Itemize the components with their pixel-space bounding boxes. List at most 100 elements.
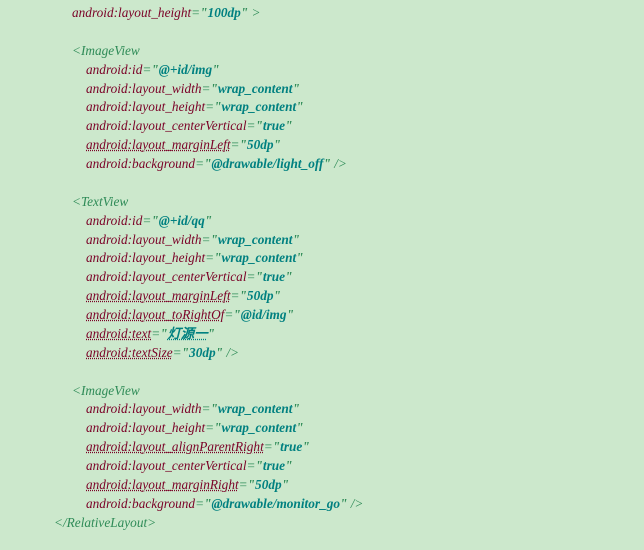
code-line: android:layout_height="wrap_content" (0, 419, 644, 438)
token-quote: " (210, 401, 217, 416)
blank-line (0, 23, 644, 42)
token-val: true (263, 118, 285, 133)
token-attr: android:layout_height (86, 99, 205, 114)
code-line: <TextView (0, 193, 644, 212)
token-attr: android:layout_width (86, 232, 201, 247)
token-val: @+id/img (159, 62, 212, 77)
code-line: android:layout_width="wrap_content" (0, 400, 644, 419)
token-val: true (263, 458, 285, 473)
token-val: wrap_content (218, 81, 293, 96)
token-punc: = (205, 99, 214, 114)
token-elem: /> (331, 156, 347, 171)
token-elem: > (248, 5, 260, 20)
token-attr: android:layout_width (86, 81, 201, 96)
token-quote: " (292, 81, 299, 96)
token-attr-u: android:layout_alignParentRight (86, 439, 264, 454)
token-quote: " (296, 250, 303, 265)
token-val: 50dp (247, 288, 274, 303)
token-attr: android:layout_height (86, 420, 205, 435)
token-quote: " (214, 250, 221, 265)
code-line: android:layout_marginLeft="50dp" (0, 287, 644, 306)
token-punc: = (231, 137, 240, 152)
token-punc: = (205, 420, 214, 435)
token-punc: = (205, 250, 214, 265)
token-punc: = (239, 477, 248, 492)
token-quote: " (214, 99, 221, 114)
token-quote: " (233, 307, 240, 322)
token-quote: " (274, 137, 281, 152)
code-line: android:text="灯源一" (0, 325, 644, 344)
token-attr: android:layout_height (72, 5, 191, 20)
token-attr: android:background (86, 496, 195, 511)
token-elem: <ImageView (72, 43, 140, 58)
token-attr-u: android:text (86, 326, 151, 341)
code-line: android:layout_height="wrap_content" (0, 98, 644, 117)
token-elem: <ImageView (72, 383, 140, 398)
token-quote: " (296, 99, 303, 114)
token-quote: " (208, 326, 215, 341)
token-quote: " (182, 345, 189, 360)
code-line: <ImageView (0, 382, 644, 401)
code-line: android:background="@drawable/monitor_go… (0, 495, 644, 514)
token-punc: = (247, 458, 256, 473)
code-line: </RelativeLayout> (0, 514, 644, 533)
token-val: 50dp (255, 477, 282, 492)
code-line: android:layout_marginLeft="50dp" (0, 136, 644, 155)
token-val: wrap_content (222, 420, 297, 435)
token-punc: = (191, 5, 200, 20)
token-punc: = (247, 118, 256, 133)
token-attr: android:background (86, 156, 195, 171)
token-attr: android:layout_width (86, 401, 201, 416)
code-line: android:background="@drawable/light_off"… (0, 155, 644, 174)
code-line: android:layout_width="wrap_content" (0, 80, 644, 99)
token-attr-u: android:textSize (86, 345, 173, 360)
token-quote: " (151, 62, 158, 77)
token-attr-u: android:layout_toRightOf (86, 307, 224, 322)
blank-line (0, 174, 644, 193)
token-punc: = (173, 345, 182, 360)
token-quote: " (274, 288, 281, 303)
token-quote: " (210, 81, 217, 96)
token-quote: " (302, 439, 309, 454)
blank-line (0, 363, 644, 382)
code-line: android:layout_centerVertical="true" (0, 117, 644, 136)
token-punc: = (151, 326, 160, 341)
token-val: true (263, 269, 285, 284)
token-val: true (280, 439, 302, 454)
token-val: @drawable/light_off (211, 156, 323, 171)
token-val: 50dp (247, 137, 274, 152)
token-attr: android:id (86, 213, 142, 228)
token-quote: " (287, 307, 294, 322)
token-attr: android:layout_centerVertical (86, 269, 247, 284)
token-punc: = (264, 439, 273, 454)
token-attr-u: android:layout_marginLeft (86, 288, 231, 303)
token-val: 30dp (189, 345, 216, 360)
token-punc: = (195, 156, 204, 171)
token-quote: " (212, 62, 219, 77)
token-val: @drawable/monitor_go (211, 496, 340, 511)
token-punc: = (195, 496, 204, 511)
xml-code-block: android:layout_height="100dp" ><ImageVie… (0, 4, 644, 533)
code-line: android:layout_alignParentRight="true" (0, 438, 644, 457)
token-quote: " (160, 326, 167, 341)
token-elem: /> (223, 345, 239, 360)
code-line: <ImageView (0, 42, 644, 61)
token-elem: /> (347, 496, 363, 511)
token-quote: " (210, 232, 217, 247)
token-quote: " (256, 269, 263, 284)
token-attr-u: android:layout_marginLeft (86, 137, 231, 152)
token-quote: " (282, 477, 289, 492)
token-val: @id/img (241, 307, 287, 322)
token-quote: " (151, 213, 158, 228)
token-quote: " (292, 232, 299, 247)
code-line: android:id="@+id/qq" (0, 212, 644, 231)
code-line: android:layout_marginRight="50dp" (0, 476, 644, 495)
token-punc: = (231, 288, 240, 303)
token-quote: " (323, 156, 330, 171)
token-elem: </RelativeLayout> (54, 515, 156, 530)
token-attr: android:layout_centerVertical (86, 458, 247, 473)
token-attr-u: android:layout_marginRight (86, 477, 239, 492)
token-quote: " (240, 288, 247, 303)
code-line: android:layout_centerVertical="true" (0, 457, 644, 476)
token-val: @+id/qq (159, 213, 205, 228)
